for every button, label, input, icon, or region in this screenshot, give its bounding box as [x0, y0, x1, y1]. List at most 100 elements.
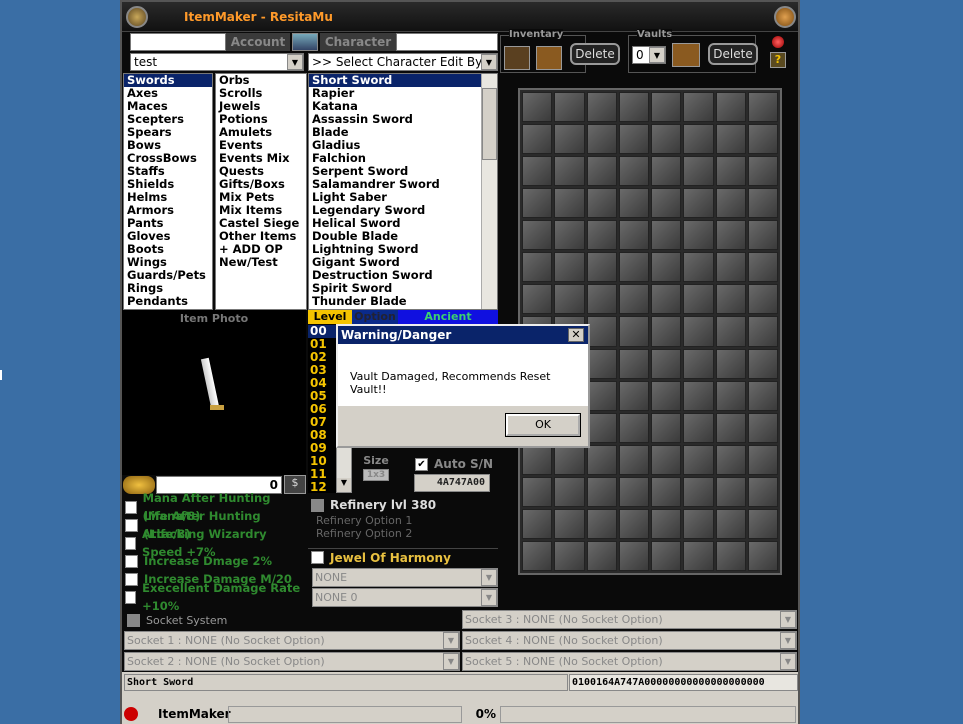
- dialog-ok-button[interactable]: OK: [505, 413, 581, 437]
- vault-slot[interactable]: [651, 188, 682, 219]
- inventory-delete-button[interactable]: Delete: [570, 43, 620, 65]
- tab-level[interactable]: Level: [308, 310, 352, 324]
- vault-slot[interactable]: [554, 124, 585, 155]
- vault-slot[interactable]: [715, 156, 746, 187]
- tab-option[interactable]: Option: [352, 310, 398, 324]
- vault-slot[interactable]: [715, 508, 746, 539]
- excellent-option[interactable]: Execellent Damage Rate +10%: [122, 581, 308, 613]
- vault-slot[interactable]: [522, 508, 553, 539]
- help-button[interactable]: ?: [770, 52, 786, 68]
- account-select[interactable]: test ▼: [130, 53, 304, 71]
- vault-slot[interactable]: [586, 220, 617, 251]
- auto-serial[interactable]: ✔ Auto S/N: [412, 457, 502, 471]
- harmony-checkbox[interactable]: [311, 551, 324, 564]
- chevron-down-icon[interactable]: ▼: [443, 653, 459, 670]
- vault-slot[interactable]: [747, 380, 778, 411]
- vault-slot[interactable]: [651, 156, 682, 187]
- chevron-down-icon[interactable]: ▼: [481, 589, 497, 606]
- vault-slot[interactable]: [747, 316, 778, 347]
- vault-slot[interactable]: [586, 284, 617, 315]
- vault-slot[interactable]: [683, 284, 714, 315]
- vault-slot[interactable]: [554, 444, 585, 475]
- vault-slot[interactable]: [651, 252, 682, 283]
- harmony-toggle[interactable]: Jewel Of Harmony: [308, 548, 498, 566]
- vault-slot[interactable]: [618, 476, 649, 507]
- vault-slot[interactable]: [747, 92, 778, 123]
- character-select[interactable]: >> Select Character Edit By L ▼: [308, 53, 498, 71]
- chevron-down-icon[interactable]: ▼: [481, 569, 497, 586]
- vault-slot[interactable]: [554, 188, 585, 219]
- vault-slot[interactable]: [651, 348, 682, 379]
- vault-slot[interactable]: [586, 508, 617, 539]
- vault-slot[interactable]: [747, 540, 778, 571]
- category-item[interactable]: New/Test: [216, 256, 306, 269]
- level-item[interactable]: 12: [308, 481, 336, 494]
- option-checkbox[interactable]: [125, 518, 138, 532]
- vault-slot[interactable]: [747, 444, 778, 475]
- vault-slot[interactable]: [747, 156, 778, 187]
- vault-slot[interactable]: [715, 476, 746, 507]
- vault-slot[interactable]: [747, 476, 778, 507]
- vault-slot[interactable]: [618, 284, 649, 315]
- close-icon[interactable]: [774, 6, 796, 28]
- vault-slot[interactable]: [618, 188, 649, 219]
- item-list[interactable]: Short Sword Rapier Katana Assassin Sword Bla…: [308, 73, 498, 310]
- vault-slot[interactable]: [586, 188, 617, 219]
- vault-slot[interactable]: [683, 252, 714, 283]
- vault-slot[interactable]: [651, 380, 682, 411]
- vault-slot[interactable]: [715, 380, 746, 411]
- item-hex-field[interactable]: 0100164A747A00000000000000000000: [569, 674, 798, 691]
- socket-system-toggle[interactable]: Socket System: [124, 611, 454, 629]
- vault-slot[interactable]: [586, 252, 617, 283]
- item-list-scrollbar[interactable]: [481, 74, 497, 309]
- vault-slot[interactable]: [683, 380, 714, 411]
- vault-slot[interactable]: [715, 540, 746, 571]
- vault-slot[interactable]: [618, 124, 649, 155]
- vault-slot[interactable]: [747, 220, 778, 251]
- tab-ancient[interactable]: Ancient: [398, 310, 498, 324]
- vault-slot[interactable]: [715, 316, 746, 347]
- vault-slot[interactable]: [586, 412, 617, 443]
- serial-input[interactable]: 4A747A00: [414, 474, 490, 492]
- chevron-down-icon[interactable]: ▼: [287, 54, 303, 70]
- vault-slot[interactable]: [522, 220, 553, 251]
- crossed-swords-icon[interactable]: [504, 46, 530, 70]
- vault-slot[interactable]: [683, 220, 714, 251]
- vault-slot[interactable]: [522, 252, 553, 283]
- chest-icon[interactable]: [536, 46, 562, 70]
- vault-slot[interactable]: [683, 124, 714, 155]
- socket-5-select[interactable]: Socket 5 : NONE (No Socket Option) ▼: [462, 652, 797, 671]
- vault-slot[interactable]: [618, 156, 649, 187]
- vault-slot[interactable]: [618, 444, 649, 475]
- chevron-down-icon[interactable]: ▼: [481, 54, 497, 70]
- vault-slot[interactable]: [715, 188, 746, 219]
- dialog-close-button[interactable]: ✕: [568, 328, 584, 342]
- vault-slot[interactable]: [522, 156, 553, 187]
- vault-slot[interactable]: [554, 156, 585, 187]
- level-scrollbar[interactable]: ▼: [336, 447, 352, 493]
- vault-slot[interactable]: [715, 444, 746, 475]
- vault-slot[interactable]: [554, 284, 585, 315]
- vault-slot[interactable]: [747, 252, 778, 283]
- vault-slot[interactable]: [554, 92, 585, 123]
- vault-slot[interactable]: [715, 348, 746, 379]
- vault-slot[interactable]: [586, 124, 617, 155]
- vault-slot[interactable]: [651, 508, 682, 539]
- vault-slot[interactable]: [554, 220, 585, 251]
- open-chest-icon[interactable]: [672, 43, 700, 67]
- option-checkbox[interactable]: [125, 554, 138, 568]
- vault-slot[interactable]: [522, 444, 553, 475]
- vault-slot[interactable]: [747, 508, 778, 539]
- vault-slot[interactable]: [618, 348, 649, 379]
- vault-slot[interactable]: [683, 316, 714, 347]
- vault-slot[interactable]: [618, 92, 649, 123]
- vault-slot[interactable]: [683, 412, 714, 443]
- vault-slot[interactable]: [586, 476, 617, 507]
- vault-slot[interactable]: [683, 188, 714, 219]
- vault-slot[interactable]: [715, 124, 746, 155]
- chevron-down-icon[interactable]: ▼: [780, 611, 796, 628]
- option-checkbox[interactable]: [125, 572, 138, 586]
- vault-slot[interactable]: [618, 508, 649, 539]
- vault-slot[interactable]: [618, 316, 649, 347]
- chevron-down-icon[interactable]: ▼: [337, 478, 351, 492]
